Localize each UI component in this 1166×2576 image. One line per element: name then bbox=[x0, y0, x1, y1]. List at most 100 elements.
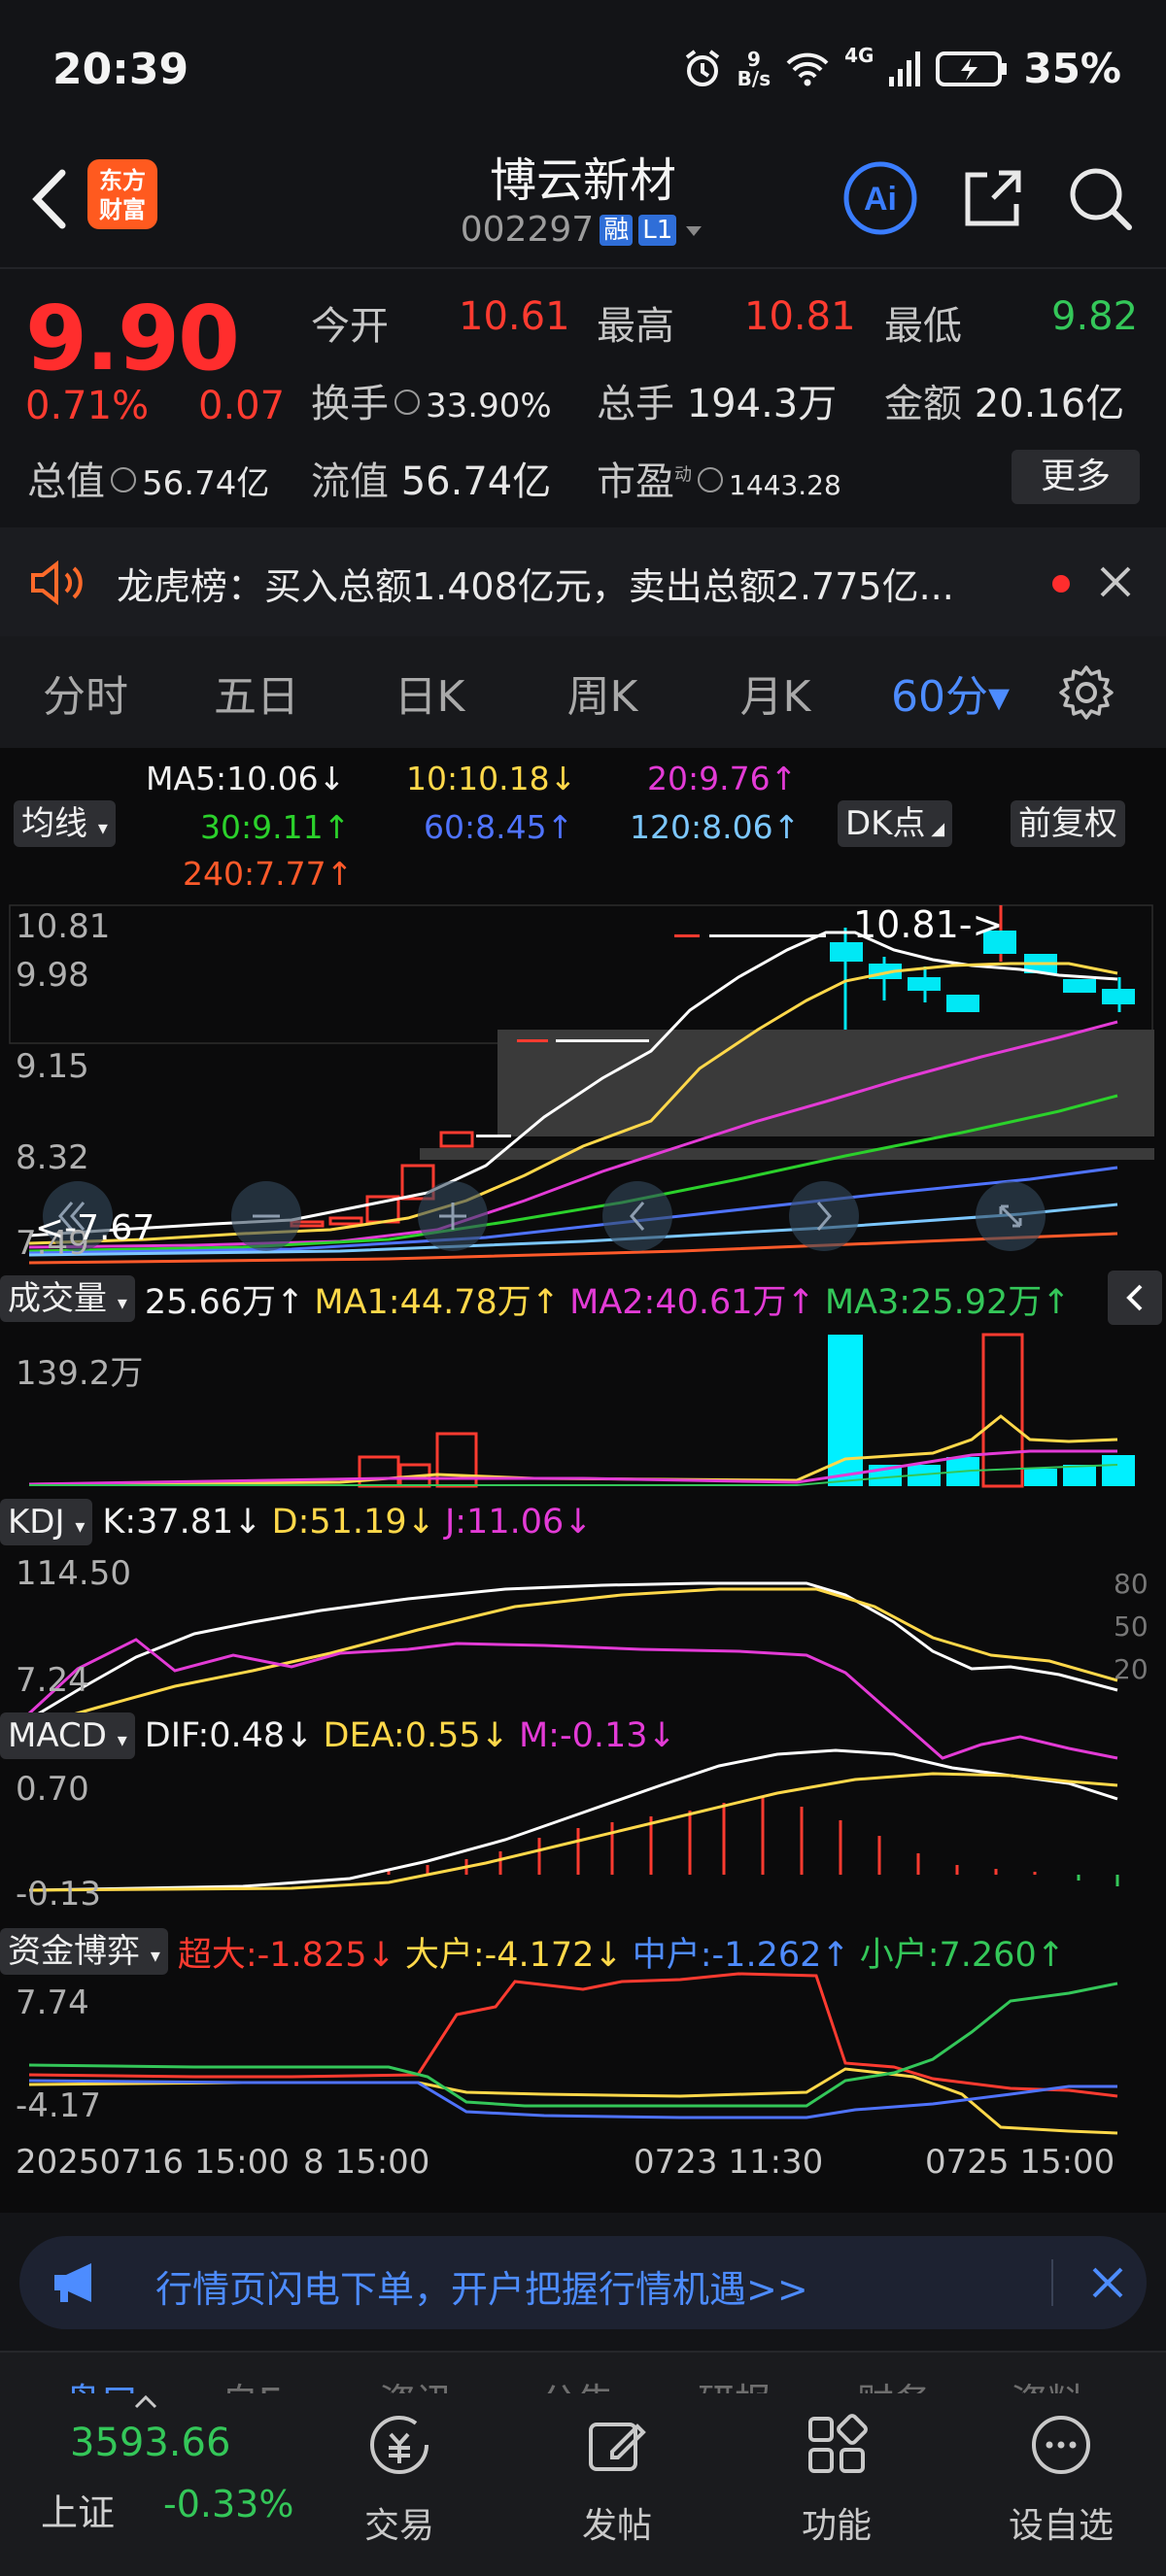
nav-trade[interactable]: 交易 bbox=[326, 2411, 472, 2548]
tab-60min[interactable]: 60分▾ bbox=[863, 661, 1038, 724]
grid-apps-icon bbox=[808, 2414, 868, 2473]
close-icon[interactable] bbox=[1088, 2263, 1127, 2302]
tab-weekly[interactable]: 周K bbox=[517, 661, 688, 724]
pe-field: 市盈动 1443.28 bbox=[597, 459, 841, 504]
close-icon[interactable] bbox=[1096, 562, 1135, 601]
nav-add-watchlist[interactable]: 设自选 bbox=[983, 2411, 1139, 2548]
macd-dif-line bbox=[28, 1748, 1118, 1892]
macd-dea-line bbox=[28, 1772, 1118, 1892]
kdj-panel-header: KDJ ▾ K:37.81↓ D:51.19↓ J:11.06↓ bbox=[0, 1496, 1166, 1548]
kdj-k-line bbox=[28, 1581, 1118, 1721]
time-axis-label: 20250716 15:00 bbox=[16, 2143, 290, 2182]
macd-bottom-label: -0.13 bbox=[16, 1875, 101, 1914]
fund-selector[interactable]: 资金博弈 ▾ bbox=[0, 1928, 168, 1975]
kdj-top-label: 114.50 bbox=[16, 1554, 131, 1593]
fund-small-line bbox=[28, 1982, 1118, 2108]
macd-panel-header: MACD ▾ DIF:0.48↓ DEA:0.55↓ M:-0.13↓ bbox=[0, 1710, 1166, 1762]
more-button[interactable]: 更多 bbox=[1012, 450, 1140, 504]
period-tabs: 分时 五日 日K 周K 月K 60分▾ bbox=[0, 636, 1166, 748]
sh-index-value[interactable]: 3593.66 bbox=[70, 2421, 230, 2465]
tab-intraday[interactable]: 分时 bbox=[0, 661, 171, 724]
nav-post[interactable]: 发帖 bbox=[544, 2411, 690, 2548]
price-axis-label: 8.32 bbox=[16, 1138, 89, 1177]
compose-icon bbox=[589, 2423, 646, 2471]
fund-bottom-label: -4.17 bbox=[16, 2086, 101, 2125]
more-dots-icon bbox=[1032, 2416, 1090, 2474]
quote-panel: 9.90 0.71% 0.07 今开 10.61 最高 10.81 最低 9.8… bbox=[0, 267, 1166, 527]
info-icon[interactable] bbox=[111, 467, 136, 492]
sh-index-name: 上证 bbox=[41, 2491, 116, 2534]
margin-tag: 融 bbox=[600, 214, 634, 246]
change-amount: 0.07 bbox=[198, 384, 286, 428]
stock-code: 002297 bbox=[460, 210, 595, 250]
ai-icon[interactable]: Ai bbox=[841, 159, 919, 237]
turnover-field: 换手 33.90% bbox=[311, 382, 552, 426]
volume-max-label: 139.2万 bbox=[16, 1354, 144, 1393]
settings-gear-icon[interactable] bbox=[1057, 663, 1115, 722]
status-bar: 20:39 9 B/s 4G 35% bbox=[0, 0, 1166, 136]
dragon-tiger-text: 龙虎榜：买入总额1.408亿元，卖出总额2.775亿... bbox=[117, 565, 954, 608]
kdj-bottom-label: 7.24 bbox=[16, 1661, 89, 1700]
kline-chart-area[interactable]: MA5:10.06↓ 10:10.18↓ 20:9.76↑ 30:9.11↑ 6… bbox=[0, 748, 1166, 2213]
search-icon[interactable] bbox=[1061, 159, 1139, 237]
volume-panel-header: 成交量 ▾ 25.66万↑ MA1:44.78万↑ MA2:40.61万↑ MA… bbox=[0, 1272, 1166, 1325]
share-icon[interactable] bbox=[954, 159, 1032, 237]
level-tag: L1 bbox=[638, 214, 677, 246]
high-marker: 10.81-> bbox=[853, 903, 1004, 946]
battery-level: 35% bbox=[1023, 45, 1121, 92]
promo-banner[interactable]: 行情页闪电下单，开户把握行情机遇>> bbox=[19, 2236, 1147, 2329]
dragon-tiger-banner[interactable]: 龙虎榜：买入总额1.408亿元，卖出总额2.775亿... bbox=[0, 527, 1166, 636]
kdj-d-line bbox=[28, 1587, 1118, 1729]
amount-field: 金额 20.16亿 bbox=[884, 382, 1125, 426]
price-axis-label: 9.15 bbox=[16, 1047, 89, 1086]
kdj-level-20: 20 bbox=[1114, 1653, 1149, 1685]
low-field: 最低 bbox=[884, 304, 962, 349]
macd-top-label: 0.70 bbox=[16, 1770, 89, 1809]
low-value: 9.82 bbox=[1051, 294, 1139, 339]
float-field: 流值 56.74亿 bbox=[311, 459, 552, 504]
fund-panel-header: 资金博弈 ▾ 超大:-1.825↓ 大户:-4.172↓ 中户:-1.262↑ … bbox=[0, 1925, 1166, 1978]
kdj-level-80: 80 bbox=[1114, 1568, 1149, 1600]
status-icons: 9 B/s 4G 35% bbox=[681, 43, 1121, 92]
sh-index-change: -0.33% bbox=[163, 2483, 294, 2525]
detail-tabs-peek: 盘口 自E 资讯 公告 研报 财务 资料 bbox=[0, 2353, 1166, 2393]
info-icon[interactable] bbox=[394, 390, 420, 415]
tab-five-day[interactable]: 五日 bbox=[171, 661, 342, 724]
network-type: 4G bbox=[844, 43, 874, 67]
tab-daily[interactable]: 日K bbox=[342, 661, 517, 724]
time-axis-label: 0725 15:00 bbox=[925, 2143, 1115, 2182]
trade-icon bbox=[370, 2416, 429, 2474]
promo-text: 行情页闪电下单，开户把握行情机遇>> bbox=[155, 2268, 808, 2311]
unread-dot-icon bbox=[1052, 575, 1070, 593]
status-time: 20:39 bbox=[52, 45, 189, 94]
battery-icon bbox=[936, 51, 1008, 86]
low-marker: <-7.67 bbox=[35, 1208, 155, 1248]
chart-canvas[interactable] bbox=[0, 748, 1166, 2213]
volume-selector[interactable]: 成交量 ▾ bbox=[0, 1275, 135, 1322]
alarm-icon bbox=[685, 49, 719, 86]
net-speed: 9 B/s bbox=[737, 47, 772, 90]
price-axis-label: 10.81 bbox=[16, 907, 111, 946]
tab-monthly[interactable]: 月K bbox=[688, 661, 863, 724]
nav-functions[interactable]: 功能 bbox=[764, 2411, 909, 2548]
kdj-selector[interactable]: KDJ ▾ bbox=[0, 1499, 93, 1545]
high-field: 最高 bbox=[597, 304, 674, 349]
stock-header: 东方 财富 博云新材 002297 融 L1 Ai bbox=[0, 136, 1166, 267]
change-percent: 0.71% bbox=[25, 384, 150, 428]
fund-top-label: 7.74 bbox=[16, 1983, 89, 2022]
price-axis-label: 9.98 bbox=[16, 956, 89, 995]
fund-super-line bbox=[28, 1972, 1118, 2098]
fund-mid-line bbox=[28, 2079, 1117, 2119]
pressure-zone bbox=[420, 1148, 1154, 1160]
caret-up-icon bbox=[134, 2395, 157, 2409]
open-field: 今开 bbox=[311, 304, 389, 349]
collapse-chevron-icon[interactable] bbox=[1108, 1271, 1162, 1325]
info-icon[interactable] bbox=[698, 467, 723, 492]
macd-selector[interactable]: MACD ▾ bbox=[0, 1712, 135, 1759]
wifi-icon bbox=[786, 52, 829, 85]
caret-down-icon bbox=[686, 225, 703, 236]
time-axis-label: 8 15:00 bbox=[303, 2143, 430, 2182]
megaphone-icon bbox=[54, 2263, 91, 2302]
speaker-icon bbox=[31, 560, 83, 605]
volume-bars bbox=[358, 1333, 1135, 1488]
